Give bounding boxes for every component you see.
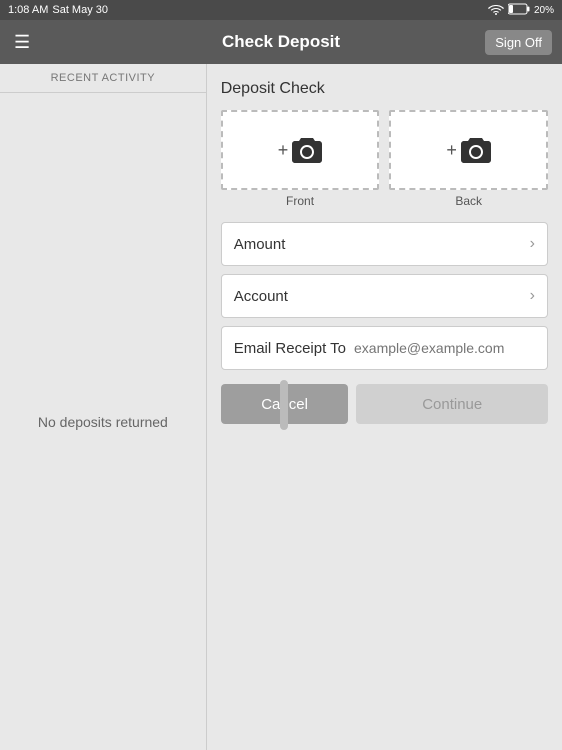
status-left: 1:08 AM Sat May 30 bbox=[8, 4, 108, 16]
recent-activity-header: RECENT ACTIVITY bbox=[0, 64, 206, 93]
amount-label: Amount bbox=[234, 236, 286, 253]
front-label: Front bbox=[286, 194, 314, 208]
buttons-row: Cancel Continue bbox=[221, 384, 548, 424]
front-plus-icon: + bbox=[278, 140, 289, 161]
back-camera-icon bbox=[461, 137, 491, 163]
email-receipt-row: Email Receipt To bbox=[221, 326, 548, 370]
account-chevron-icon: › bbox=[530, 287, 535, 305]
left-panel: RECENT ACTIVITY No deposits returned bbox=[0, 64, 207, 750]
scroll-indicator[interactable] bbox=[280, 380, 288, 430]
battery-icon bbox=[508, 3, 530, 18]
status-bar: 1:08 AM Sat May 30 20% bbox=[0, 0, 562, 20]
back-photo-inner: + bbox=[446, 137, 491, 163]
back-label: Back bbox=[455, 194, 482, 208]
right-panel: Deposit Check + Front bbox=[207, 64, 562, 750]
amount-chevron-icon: › bbox=[530, 235, 535, 253]
back-photo-button[interactable]: + bbox=[389, 110, 548, 190]
nav-bar: ☰ Check Deposit Sign Off bbox=[0, 20, 562, 64]
amount-field[interactable]: Amount › bbox=[221, 222, 548, 266]
date-display: Sat May 30 bbox=[52, 4, 108, 16]
continue-button[interactable]: Continue bbox=[356, 384, 548, 424]
front-photo-container: + Front bbox=[221, 110, 380, 208]
account-field[interactable]: Account › bbox=[221, 274, 548, 318]
deposit-check-title: Deposit Check bbox=[221, 80, 548, 98]
back-plus-icon: + bbox=[446, 140, 457, 161]
time-display: 1:08 AM bbox=[8, 4, 48, 16]
front-camera-icon bbox=[292, 137, 322, 163]
battery-pct: 20% bbox=[534, 5, 554, 16]
page-title: Check Deposit bbox=[222, 32, 340, 52]
email-receipt-label: Email Receipt To bbox=[234, 340, 346, 357]
no-deposits-message: No deposits returned bbox=[0, 93, 206, 750]
email-receipt-input[interactable] bbox=[354, 340, 535, 356]
front-photo-button[interactable]: + bbox=[221, 110, 380, 190]
menu-button[interactable]: ☰ bbox=[10, 29, 34, 55]
wifi-icon bbox=[488, 3, 504, 18]
main-layout: RECENT ACTIVITY No deposits returned Dep… bbox=[0, 64, 562, 750]
account-label: Account bbox=[234, 288, 288, 305]
sign-on-button[interactable]: Sign Off bbox=[485, 30, 552, 55]
front-photo-inner: + bbox=[278, 137, 323, 163]
status-right: 20% bbox=[488, 3, 554, 18]
back-photo-container: + Back bbox=[389, 110, 548, 208]
camera-row: + Front + bbox=[221, 110, 548, 208]
